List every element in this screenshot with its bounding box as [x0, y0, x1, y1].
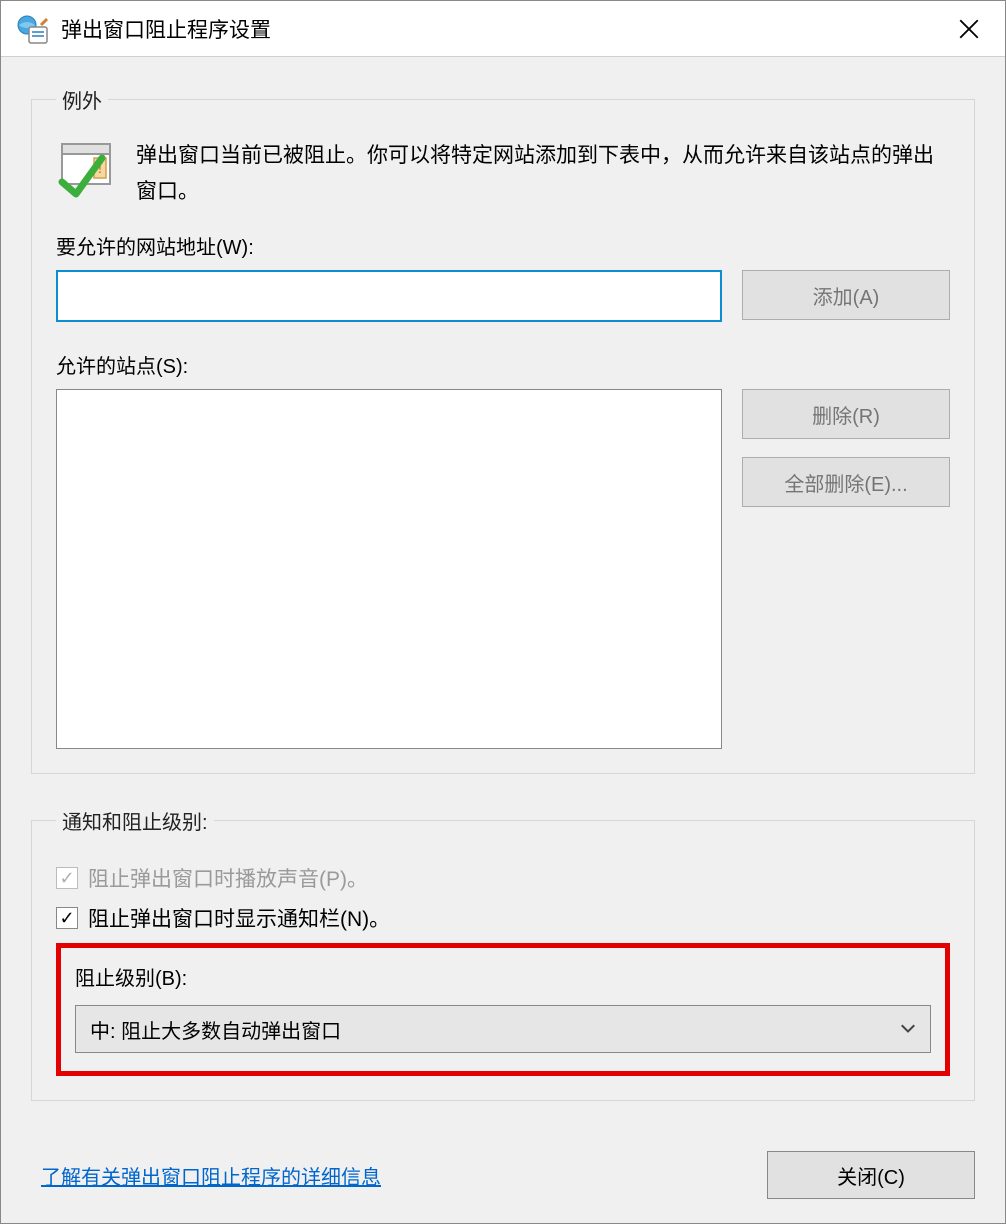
list-buttons: 删除(R) 全部删除(E)...	[742, 389, 950, 507]
remove-all-button[interactable]: 全部删除(E)...	[742, 457, 950, 507]
close-icon	[959, 19, 979, 39]
checkbox-icon: ✓	[56, 907, 78, 929]
allowed-sites-listbox[interactable]	[56, 389, 722, 749]
notifications-group: 通知和阻止级别: ✓ 阻止弹出窗口时播放声音(P)。 ✓ 阻止弹出窗口时显示通知…	[31, 806, 975, 1101]
checkbox-icon: ✓	[56, 867, 78, 889]
remove-button[interactable]: 删除(R)	[742, 389, 950, 439]
address-row: 添加(A)	[56, 270, 950, 322]
address-input[interactable]	[56, 270, 722, 322]
show-bar-label: 阻止弹出窗口时显示通知栏(N)。	[88, 903, 390, 933]
info-text: 弹出窗口当前已被阻止。你可以将特定网站添加到下表中，从而允许来自该站点的弹出窗口…	[136, 138, 950, 209]
learn-more-link[interactable]: 了解有关弹出窗口阻止程序的详细信息	[41, 1161, 381, 1190]
block-level-highlight: 阻止级别(B): 中: 阻止大多数自动弹出窗口	[56, 943, 950, 1076]
add-button[interactable]: 添加(A)	[742, 270, 950, 320]
notifications-legend: 通知和阻止级别:	[56, 806, 214, 835]
window-close-button[interactable]	[941, 1, 997, 57]
block-level-value: 中: 阻止大多数自动弹出窗口	[90, 1015, 341, 1044]
play-sound-label: 阻止弹出窗口时播放声音(P)。	[88, 863, 368, 893]
dialog-content: 例外 ! 弹出窗口当前已被阻止。你可以将特定网站添加到下表中，从而允许来自该站点…	[1, 57, 1005, 1127]
allowed-sites-row: 删除(R) 全部删除(E)...	[56, 389, 950, 749]
dialog-footer: 了解有关弹出窗口阻止程序的详细信息 关闭(C)	[1, 1127, 1005, 1223]
info-row: ! 弹出窗口当前已被阻止。你可以将特定网站添加到下表中，从而允许来自该站点的弹出…	[56, 138, 950, 209]
exceptions-legend: 例外	[56, 85, 108, 114]
close-button[interactable]: 关闭(C)	[767, 1151, 975, 1199]
window-title: 弹出窗口阻止程序设置	[61, 14, 941, 44]
app-icon	[17, 13, 49, 45]
block-level-combobox[interactable]: 中: 阻止大多数自动弹出窗口	[75, 1005, 931, 1053]
chevron-down-icon	[900, 1021, 916, 1037]
play-sound-checkbox-row[interactable]: ✓ 阻止弹出窗口时播放声音(P)。	[56, 863, 950, 893]
block-level-label: 阻止级别(B):	[75, 962, 931, 991]
titlebar: 弹出窗口阻止程序设置	[1, 1, 1005, 57]
allowed-sites-label: 允许的站点(S):	[56, 350, 950, 379]
show-bar-checkbox-row[interactable]: ✓ 阻止弹出窗口时显示通知栏(N)。	[56, 903, 950, 933]
address-label: 要允许的网站地址(W):	[56, 231, 950, 260]
window-checkmark-icon: !	[56, 138, 116, 198]
popup-blocker-settings-window: 弹出窗口阻止程序设置 例外 ! 弹出窗	[0, 0, 1006, 1224]
exceptions-group: 例外 ! 弹出窗口当前已被阻止。你可以将特定网站添加到下表中，从而允许来自该站点…	[31, 85, 975, 774]
